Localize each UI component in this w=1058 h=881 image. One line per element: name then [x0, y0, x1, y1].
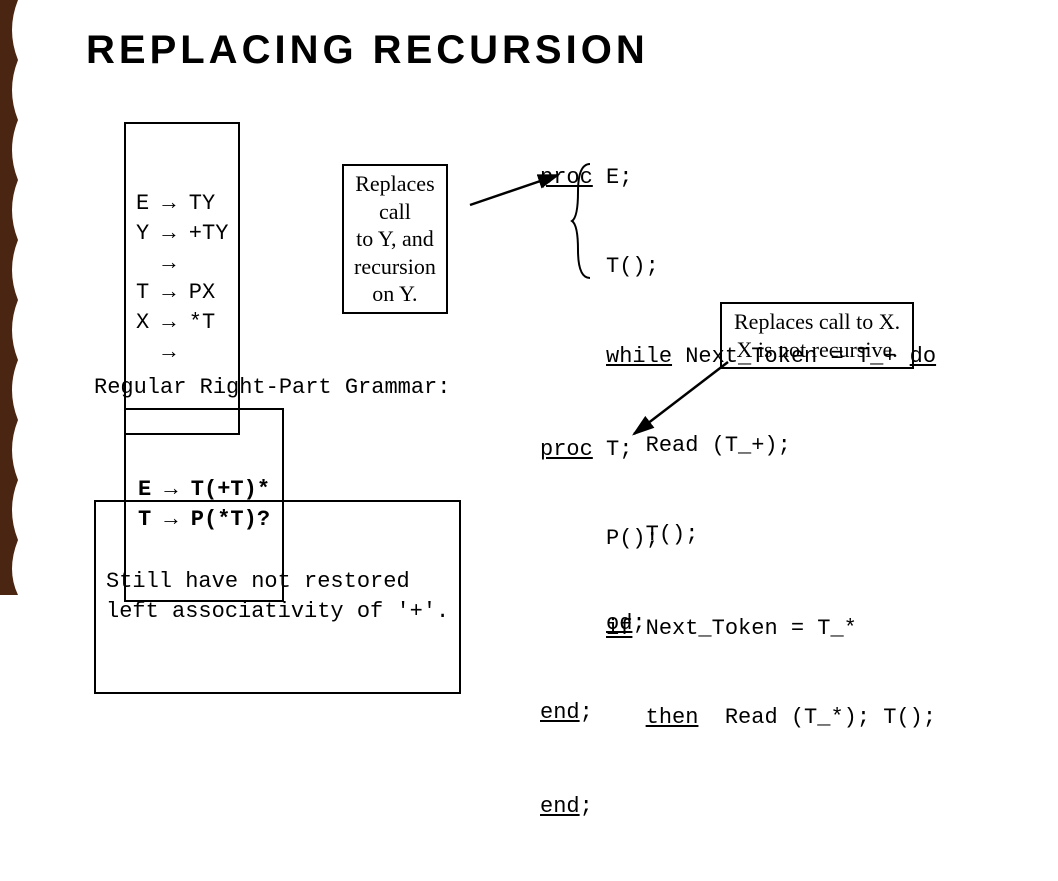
wave-border	[0, 0, 30, 595]
code-t-l4: then Read (T_*); T();	[540, 703, 936, 733]
code-t-l2: P();	[540, 524, 936, 554]
code-e-l1: proc E;	[540, 163, 936, 193]
code-t-l5: end;	[540, 792, 936, 822]
grammar-text: E → TY Y → +TY → T → PX X → *T →	[136, 189, 228, 367]
still-box: Still have not restored left associativi…	[94, 500, 461, 694]
slide-title: REPLACING RECURSION	[86, 28, 649, 73]
code-t-l3: if Next_Token = T_*	[540, 614, 936, 644]
replaces-y-text: Replaces call to Y, and recursion on Y.	[354, 170, 436, 308]
replaces-x-text: Replaces call to X. X is not recursive.	[734, 308, 900, 363]
code-proc-t: proc T; P(); if Next_Token = T_* then Re…	[540, 376, 936, 881]
replaces-y-box: Replaces call to Y, and recursion on Y.	[342, 164, 448, 314]
code-t-l1: proc T;	[540, 435, 936, 465]
replaces-x-box: Replaces call to X. X is not recursive.	[720, 302, 914, 369]
still-text: Still have not restored left associativi…	[106, 567, 449, 626]
rrpg-label: Regular Right-Part Grammar:	[94, 373, 450, 403]
code-e-l2: T();	[540, 252, 936, 282]
